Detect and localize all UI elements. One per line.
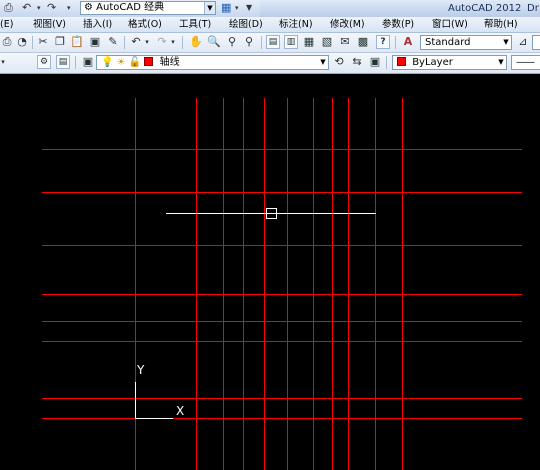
workspace-gear-icon: ⚙ <box>84 2 93 13</box>
text-style-value: Standard <box>425 37 471 48</box>
toolbar-separator <box>395 36 396 49</box>
menu-window[interactable]: 窗口(W) <box>432 17 468 32</box>
zoom-window-icon[interactable]: ⚲ <box>225 35 239 49</box>
layer-previous-icon[interactable]: ⟲ <box>332 55 346 69</box>
workspace-label: AutoCAD 经典 <box>96 2 165 13</box>
text-style-select[interactable]: Standard ▼ <box>420 35 512 50</box>
match-properties-icon[interactable]: ✎ <box>106 35 120 49</box>
qa-customize-icon[interactable]: ▼ <box>246 1 252 15</box>
design-center-icon[interactable]: ▥ <box>284 35 298 49</box>
plot-icon[interactable]: ⎙ <box>0 35 14 49</box>
tool-palettes-icon[interactable]: ▦ <box>302 35 316 49</box>
help-icon[interactable]: ? <box>376 35 390 49</box>
text-style-icon[interactable]: A <box>401 35 415 49</box>
properties-icon[interactable]: ▤ <box>266 35 280 49</box>
dim-style-select[interactable] <box>532 35 540 50</box>
document-title: Dr <box>527 3 539 14</box>
grid-dropdown-icon[interactable]: ▾ <box>235 1 239 15</box>
markup-icon[interactable]: ✉ <box>338 35 352 49</box>
menu-edit[interactable]: (E) <box>0 17 13 32</box>
toolbar-separator <box>124 36 125 49</box>
quick-access-toolbar: ⎙ ↶ ▾ ↷ ▾ ⚙ AutoCAD 经典 ▼ ▦ ▾ ▼ <box>0 0 260 17</box>
calculator-icon[interactable]: ▩ <box>356 35 370 49</box>
zoom-previous-icon[interactable]: ⚲ <box>242 35 256 49</box>
standard-toolbar: ⎙ ◔ ✂ ❐ 📋 ▣ ✎ ↶ ▾ ↷ ▾ ✋ 🔍 ⚲ ⚲ ▤ ▥ ▦ ▧ ✉ … <box>0 33 540 53</box>
layer-color-swatch <box>144 57 154 66</box>
ucs-x-label: X <box>176 404 185 418</box>
layer-on-icon: 💡 <box>101 57 114 68</box>
layer-states-icon[interactable]: ▤ <box>56 55 70 69</box>
menu-insert[interactable]: 插入(I) <box>83 17 112 32</box>
linetype-preview: —— <box>516 57 535 68</box>
layers-toolbar: ▾ ⚙ ▤ ▣ 💡 ☀ 🔓 轴线 ▼ ⟲ ⇆ ▣ ByLayer ▼ —— <box>0 53 540 74</box>
layer-select[interactable]: 💡 ☀ 🔓 轴线 ▼ <box>96 55 329 70</box>
redo-icon[interactable]: ↷ <box>155 35 169 49</box>
menu-tools[interactable]: 工具(T) <box>179 17 211 32</box>
undo-icon[interactable]: ↶ <box>129 35 143 49</box>
chevron-down-icon: ▼ <box>320 58 326 66</box>
layer-isolate-icon[interactable]: ▣ <box>368 55 382 69</box>
menu-modify[interactable]: 修改(M) <box>330 17 365 32</box>
linetype-select[interactable]: —— <box>511 55 540 70</box>
ucs-y-label: Y <box>137 363 145 377</box>
menu-bar: (E) 视图(V) 插入(I) 格式(O) 工具(T) 绘图(D) 标注(N) … <box>0 17 540 33</box>
menu-format[interactable]: 格式(O) <box>128 17 162 32</box>
undo-dropdown-icon[interactable]: ▾ <box>143 35 151 49</box>
paste-block-icon[interactable]: ▣ <box>88 35 102 49</box>
redo-dropdown-icon[interactable]: ▾ <box>169 35 177 49</box>
copy-icon[interactable]: ❐ <box>53 35 67 49</box>
drawing-canvas[interactable]: Y X <box>0 74 540 470</box>
toolbar-separator <box>182 36 183 49</box>
toolbar-separator <box>75 56 76 69</box>
print-icon[interactable]: ⎙ <box>4 1 13 15</box>
workspace-selector[interactable]: ⚙ AutoCAD 经典 ▼ <box>80 1 216 15</box>
layer-lock-icon: 🔓 <box>128 57 142 68</box>
sheet-set-icon[interactable]: ▧ <box>320 35 334 49</box>
chevron-down-icon: ▼ <box>503 38 509 46</box>
toolbar-separator <box>261 36 262 49</box>
toolbar-separator <box>386 56 387 69</box>
cut-icon[interactable]: ✂ <box>36 35 50 49</box>
chevron-down-icon: ▼ <box>498 58 504 66</box>
menu-draw[interactable]: 绘图(D) <box>229 17 263 32</box>
layer-match-icon[interactable]: ⇆ <box>350 55 364 69</box>
color-select[interactable]: ByLayer ▼ <box>392 55 507 70</box>
paste-icon[interactable]: 📋 <box>70 35 84 49</box>
title-bar: ⎙ ↶ ▾ ↷ ▾ ⚙ AutoCAD 经典 ▼ ▦ ▾ ▼ AutoCAD 2… <box>0 0 540 18</box>
layer-properties-icon[interactable]: ⚙ <box>37 55 51 69</box>
pan-icon[interactable]: ✋ <box>189 35 203 49</box>
color-value: ByLayer <box>412 57 453 68</box>
app-title: AutoCAD 2012 <box>448 3 522 14</box>
layer-thaw-icon: ☀ <box>116 57 126 68</box>
qa-dropdown-icon[interactable]: ▾ <box>67 1 71 15</box>
menu-view[interactable]: 视图(V) <box>33 17 66 32</box>
drawing-svg <box>42 98 522 470</box>
undo-icon[interactable]: ↶ <box>22 1 31 15</box>
undo-dropdown-icon[interactable]: ▾ <box>37 1 41 15</box>
workspace-grid-icon[interactable]: ▦ <box>221 1 231 15</box>
zoom-realtime-icon[interactable]: 🔍 <box>207 35 221 49</box>
axis-grid <box>42 98 522 470</box>
redo-icon[interactable]: ↷ <box>47 1 56 15</box>
ucs-icon <box>135 382 173 419</box>
make-current-layer-icon[interactable]: ▣ <box>81 55 95 69</box>
menu-dimension[interactable]: 标注(N) <box>279 17 313 32</box>
menu-help[interactable]: 帮助(H) <box>484 17 518 32</box>
publish-icon[interactable]: ◔ <box>15 35 29 49</box>
chevron-down-icon: ▼ <box>204 2 215 14</box>
color-swatch <box>397 57 406 66</box>
menu-parametric[interactable]: 参数(P) <box>382 17 414 32</box>
toolbar-dropdown-icon[interactable]: ▾ <box>0 55 6 69</box>
layer-name: 轴线 <box>159 57 180 68</box>
dim-style-icon[interactable]: ⊿ <box>516 35 530 49</box>
toolbar-separator <box>32 36 33 49</box>
